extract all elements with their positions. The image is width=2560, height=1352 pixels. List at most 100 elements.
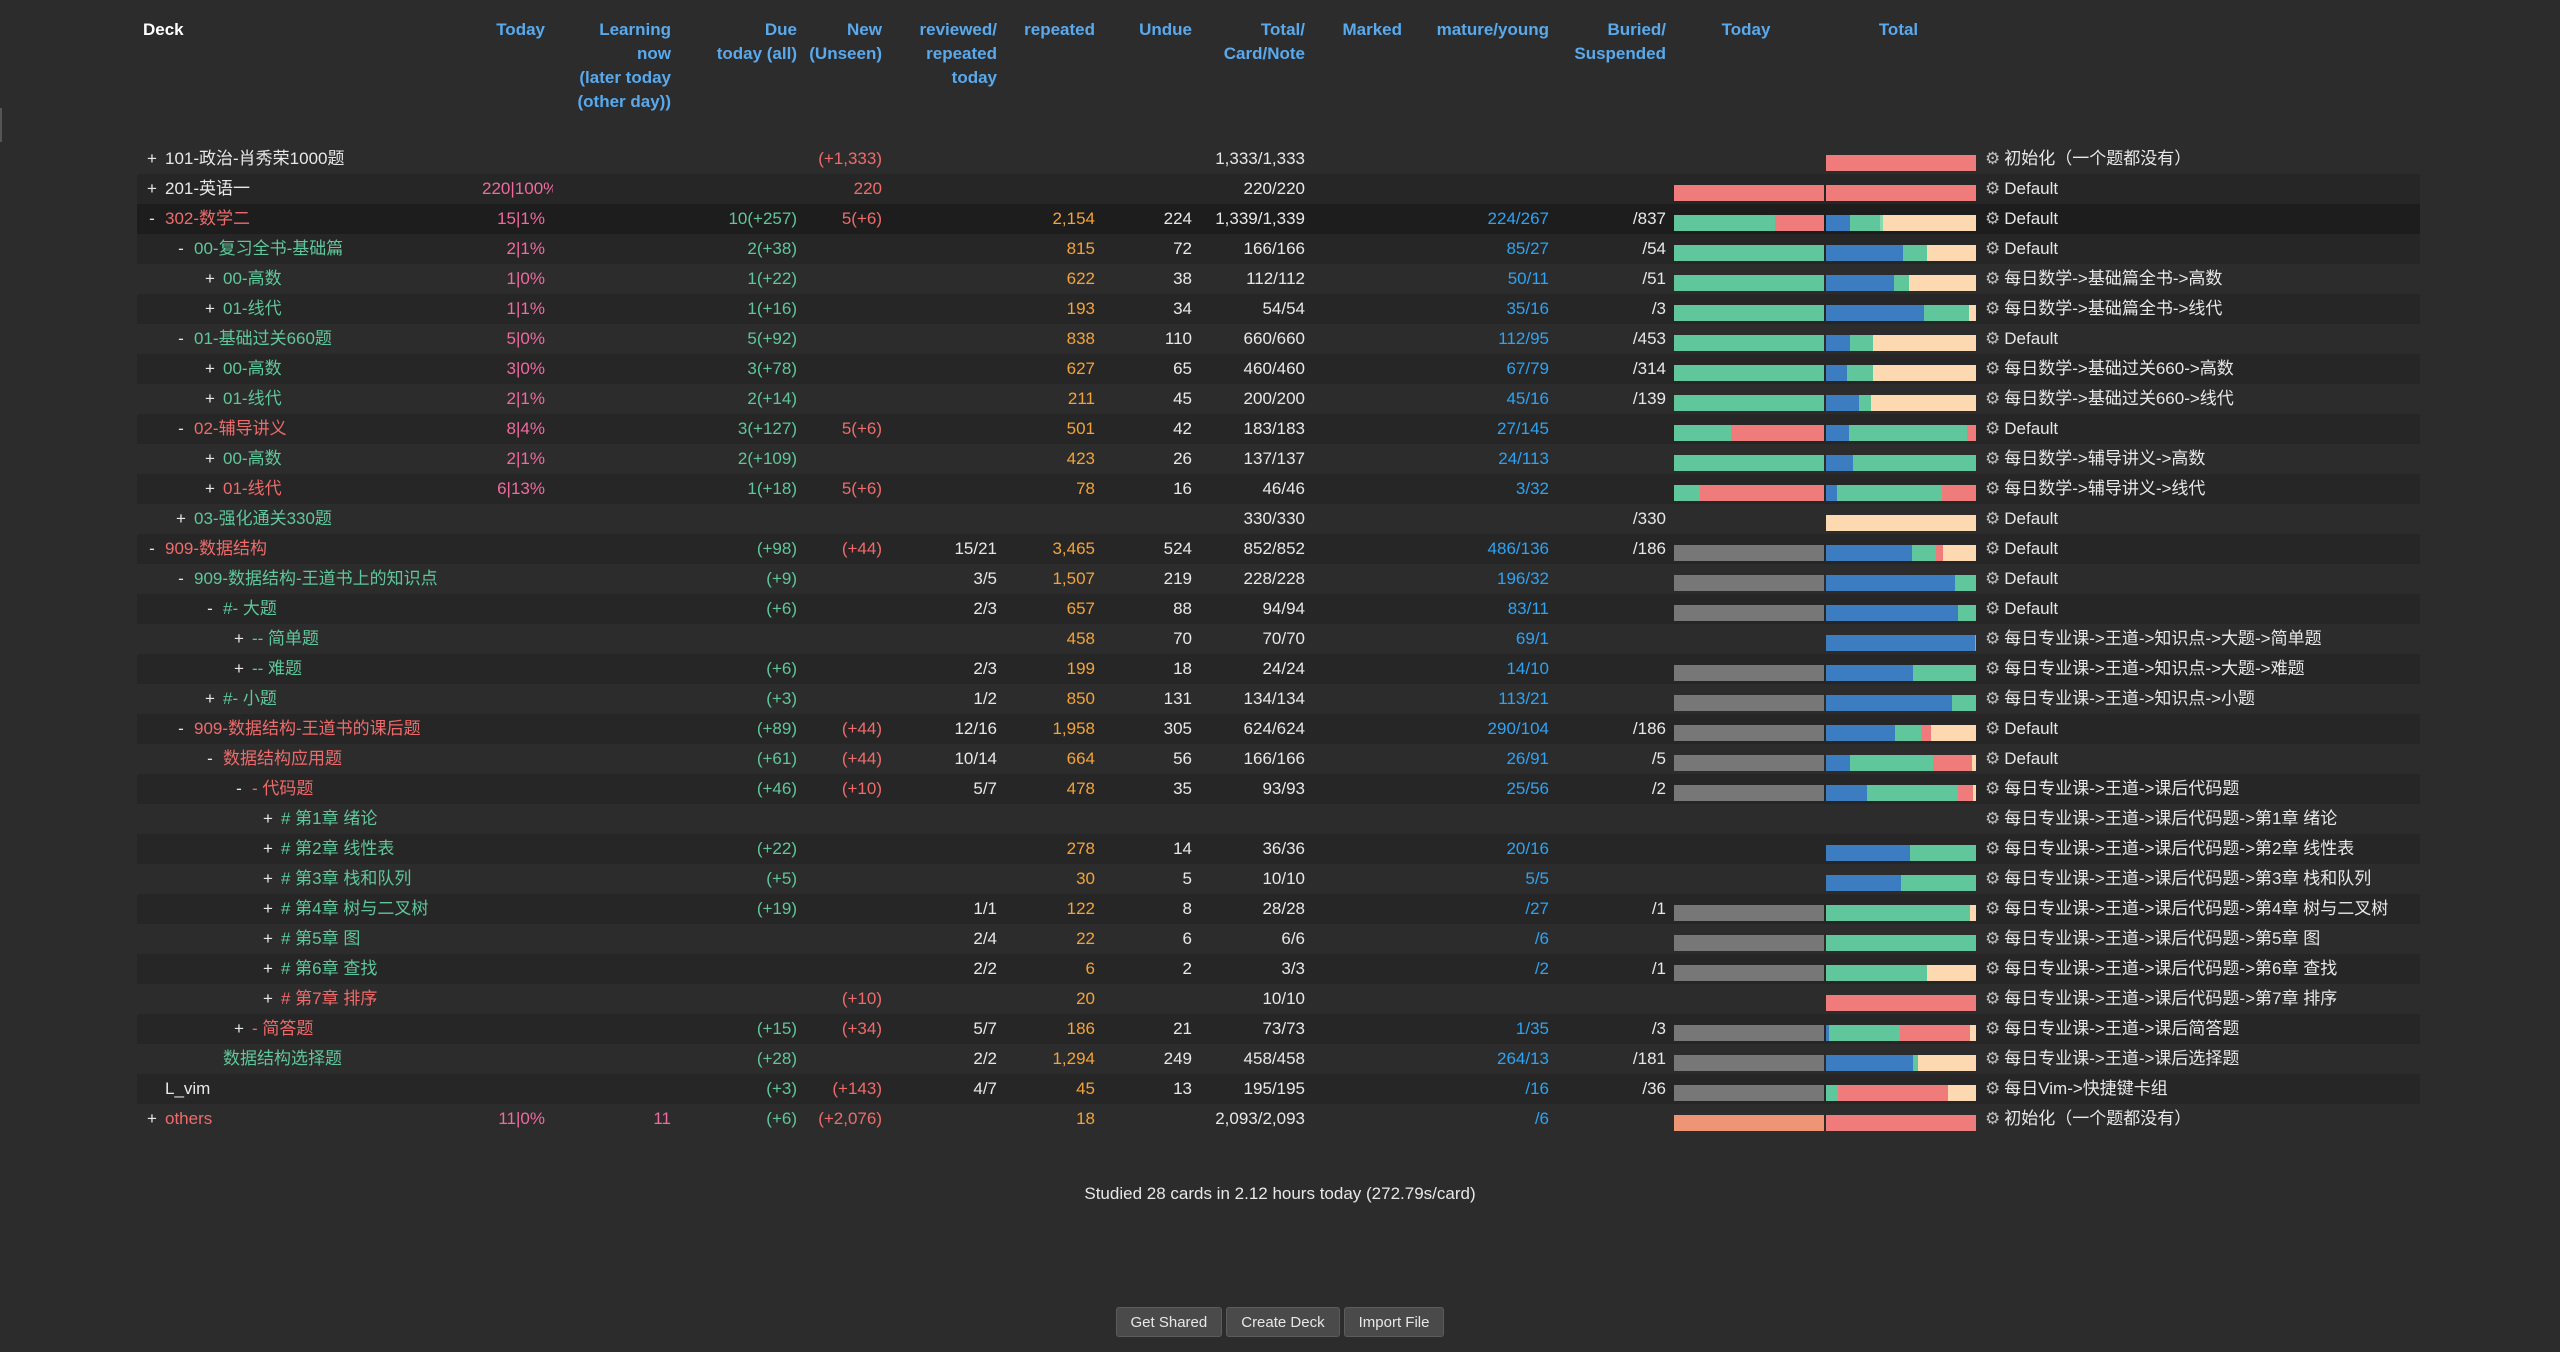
expand-icon[interactable]: + bbox=[201, 444, 219, 474]
expand-icon[interactable]: + bbox=[230, 1014, 248, 1044]
expand-icon[interactable]: + bbox=[259, 864, 277, 894]
deck-name-link[interactable]: # 第2章 线性表 bbox=[281, 839, 394, 858]
deck-name-link[interactable]: # 第1章 绪论 bbox=[281, 809, 377, 828]
expand-icon[interactable]: + bbox=[201, 684, 219, 714]
deck-name-link[interactable]: 101-政治-肖秀荣1000题 bbox=[165, 149, 345, 168]
collapse-icon[interactable]: - bbox=[201, 744, 219, 774]
expand-icon[interactable]: + bbox=[201, 384, 219, 414]
gear-icon[interactable]: ⚙ bbox=[1985, 864, 2000, 894]
deck-name-link[interactable]: - 简答题 bbox=[252, 1019, 313, 1038]
gear-icon[interactable]: ⚙ bbox=[1985, 744, 2000, 774]
gear-icon[interactable]: ⚙ bbox=[1985, 834, 2000, 864]
create-deck-button[interactable]: Create Deck bbox=[1226, 1307, 1340, 1337]
gear-icon[interactable]: ⚙ bbox=[1985, 654, 2000, 684]
collapse-icon[interactable]: - bbox=[172, 414, 190, 444]
deck-name-link[interactable]: # 第6章 查找 bbox=[281, 959, 377, 978]
collapse-icon[interactable]: - bbox=[172, 324, 190, 354]
deck-name-link[interactable]: # 第7章 排序 bbox=[281, 989, 377, 1008]
collapse-icon[interactable]: - bbox=[143, 204, 161, 234]
expand-icon[interactable]: + bbox=[143, 144, 161, 174]
gear-icon[interactable]: ⚙ bbox=[1985, 444, 2000, 474]
expand-icon[interactable]: + bbox=[143, 1104, 161, 1134]
expand-icon[interactable]: + bbox=[259, 924, 277, 954]
collapse-icon[interactable]: - bbox=[172, 564, 190, 594]
deck-name-link[interactable]: 01-线代 bbox=[223, 479, 282, 498]
deck-name-link[interactable]: 01-线代 bbox=[223, 299, 282, 318]
deck-name-link[interactable]: 02-辅导讲义 bbox=[194, 419, 287, 438]
deck-name-link[interactable]: others bbox=[165, 1109, 212, 1128]
expand-icon[interactable]: + bbox=[230, 654, 248, 684]
deck-name-link[interactable]: 00-高数 bbox=[223, 359, 282, 378]
deck-name-link[interactable]: 909-数据结构-王道书的课后题 bbox=[194, 719, 421, 738]
gear-icon[interactable]: ⚙ bbox=[1985, 684, 2000, 714]
gear-icon[interactable]: ⚙ bbox=[1985, 624, 2000, 654]
gear-icon[interactable]: ⚙ bbox=[1985, 204, 2000, 234]
collapse-icon[interactable]: - bbox=[172, 234, 190, 264]
deck-name-link[interactable]: 00-复习全书-基础篇 bbox=[194, 239, 343, 258]
expand-icon[interactable]: + bbox=[201, 294, 219, 324]
collapse-icon[interactable]: - bbox=[201, 594, 219, 624]
gear-icon[interactable]: ⚙ bbox=[1985, 894, 2000, 924]
deck-name-link[interactable]: 201-英语一 bbox=[165, 179, 250, 198]
deck-name-link[interactable]: # 第4章 树与二叉树 bbox=[281, 899, 428, 918]
gear-icon[interactable]: ⚙ bbox=[1985, 804, 2000, 834]
deck-name-link[interactable]: 302-数学二 bbox=[165, 209, 250, 228]
deck-name-link[interactable]: 数据结构应用题 bbox=[223, 749, 342, 768]
collapse-icon[interactable]: - bbox=[230, 774, 248, 804]
deck-name-link[interactable]: 00-高数 bbox=[223, 449, 282, 468]
gear-icon[interactable]: ⚙ bbox=[1985, 594, 2000, 624]
gear-icon[interactable]: ⚙ bbox=[1985, 414, 2000, 444]
deck-name-link[interactable]: #- 小题 bbox=[223, 689, 277, 708]
gear-icon[interactable]: ⚙ bbox=[1985, 144, 2000, 174]
deck-name-link[interactable]: # 第5章 图 bbox=[281, 929, 360, 948]
expand-icon[interactable]: + bbox=[201, 474, 219, 504]
collapse-icon[interactable]: - bbox=[143, 534, 161, 564]
expand-icon[interactable]: + bbox=[201, 264, 219, 294]
expand-icon[interactable]: + bbox=[143, 174, 161, 204]
deck-name-link[interactable]: 01-基础过关660题 bbox=[194, 329, 332, 348]
gear-icon[interactable]: ⚙ bbox=[1985, 924, 2000, 954]
expand-icon[interactable]: + bbox=[172, 504, 190, 534]
gear-icon[interactable]: ⚙ bbox=[1985, 504, 2000, 534]
deck-name-link[interactable]: 01-线代 bbox=[223, 389, 282, 408]
gear-icon[interactable]: ⚙ bbox=[1985, 384, 2000, 414]
gear-icon[interactable]: ⚙ bbox=[1985, 174, 2000, 204]
deck-name-link[interactable]: -- 简单题 bbox=[252, 629, 319, 648]
deck-name-link[interactable]: 909-数据结构-王道书上的知识点 bbox=[194, 569, 438, 588]
expand-icon[interactable]: + bbox=[259, 954, 277, 984]
gear-icon[interactable]: ⚙ bbox=[1985, 714, 2000, 744]
import-file-button[interactable]: Import File bbox=[1343, 1307, 1445, 1337]
deck-name-link[interactable]: L_vim bbox=[165, 1079, 210, 1098]
deck-name-link[interactable]: 909-数据结构 bbox=[165, 539, 267, 558]
deck-name-link[interactable]: - 代码题 bbox=[252, 779, 313, 798]
deck-name-link[interactable]: #- 大题 bbox=[223, 599, 277, 618]
deck-name-link[interactable]: 00-高数 bbox=[223, 269, 282, 288]
gear-icon[interactable]: ⚙ bbox=[1985, 564, 2000, 594]
gear-icon[interactable]: ⚙ bbox=[1985, 954, 2000, 984]
gear-icon[interactable]: ⚙ bbox=[1985, 984, 2000, 1014]
gear-icon[interactable]: ⚙ bbox=[1985, 534, 2000, 564]
gear-icon[interactable]: ⚙ bbox=[1985, 324, 2000, 354]
gear-icon[interactable]: ⚙ bbox=[1985, 234, 2000, 264]
deck-name-link[interactable]: # 第3章 栈和队列 bbox=[281, 869, 411, 888]
expand-icon[interactable]: + bbox=[259, 834, 277, 864]
deck-name-link[interactable]: 数据结构选择题 bbox=[223, 1049, 342, 1068]
deck-name-link[interactable]: 03-强化通关330题 bbox=[194, 509, 332, 528]
gear-icon[interactable]: ⚙ bbox=[1985, 264, 2000, 294]
expand-icon[interactable]: + bbox=[201, 354, 219, 384]
expand-icon[interactable]: + bbox=[259, 894, 277, 924]
gear-icon[interactable]: ⚙ bbox=[1985, 1074, 2000, 1104]
gear-icon[interactable]: ⚙ bbox=[1985, 474, 2000, 504]
expand-icon[interactable]: + bbox=[259, 804, 277, 834]
collapse-icon[interactable]: - bbox=[172, 714, 190, 744]
gear-icon[interactable]: ⚙ bbox=[1985, 294, 2000, 324]
gear-icon[interactable]: ⚙ bbox=[1985, 1044, 2000, 1074]
gear-icon[interactable]: ⚙ bbox=[1985, 354, 2000, 384]
gear-icon[interactable]: ⚙ bbox=[1985, 1014, 2000, 1044]
expand-icon[interactable]: + bbox=[230, 624, 248, 654]
get-shared-button[interactable]: Get Shared bbox=[1115, 1307, 1223, 1337]
deck-name-link[interactable]: -- 难题 bbox=[252, 659, 302, 678]
expand-icon[interactable]: + bbox=[259, 984, 277, 1014]
gear-icon[interactable]: ⚙ bbox=[1985, 1104, 2000, 1134]
gear-icon[interactable]: ⚙ bbox=[1985, 774, 2000, 804]
